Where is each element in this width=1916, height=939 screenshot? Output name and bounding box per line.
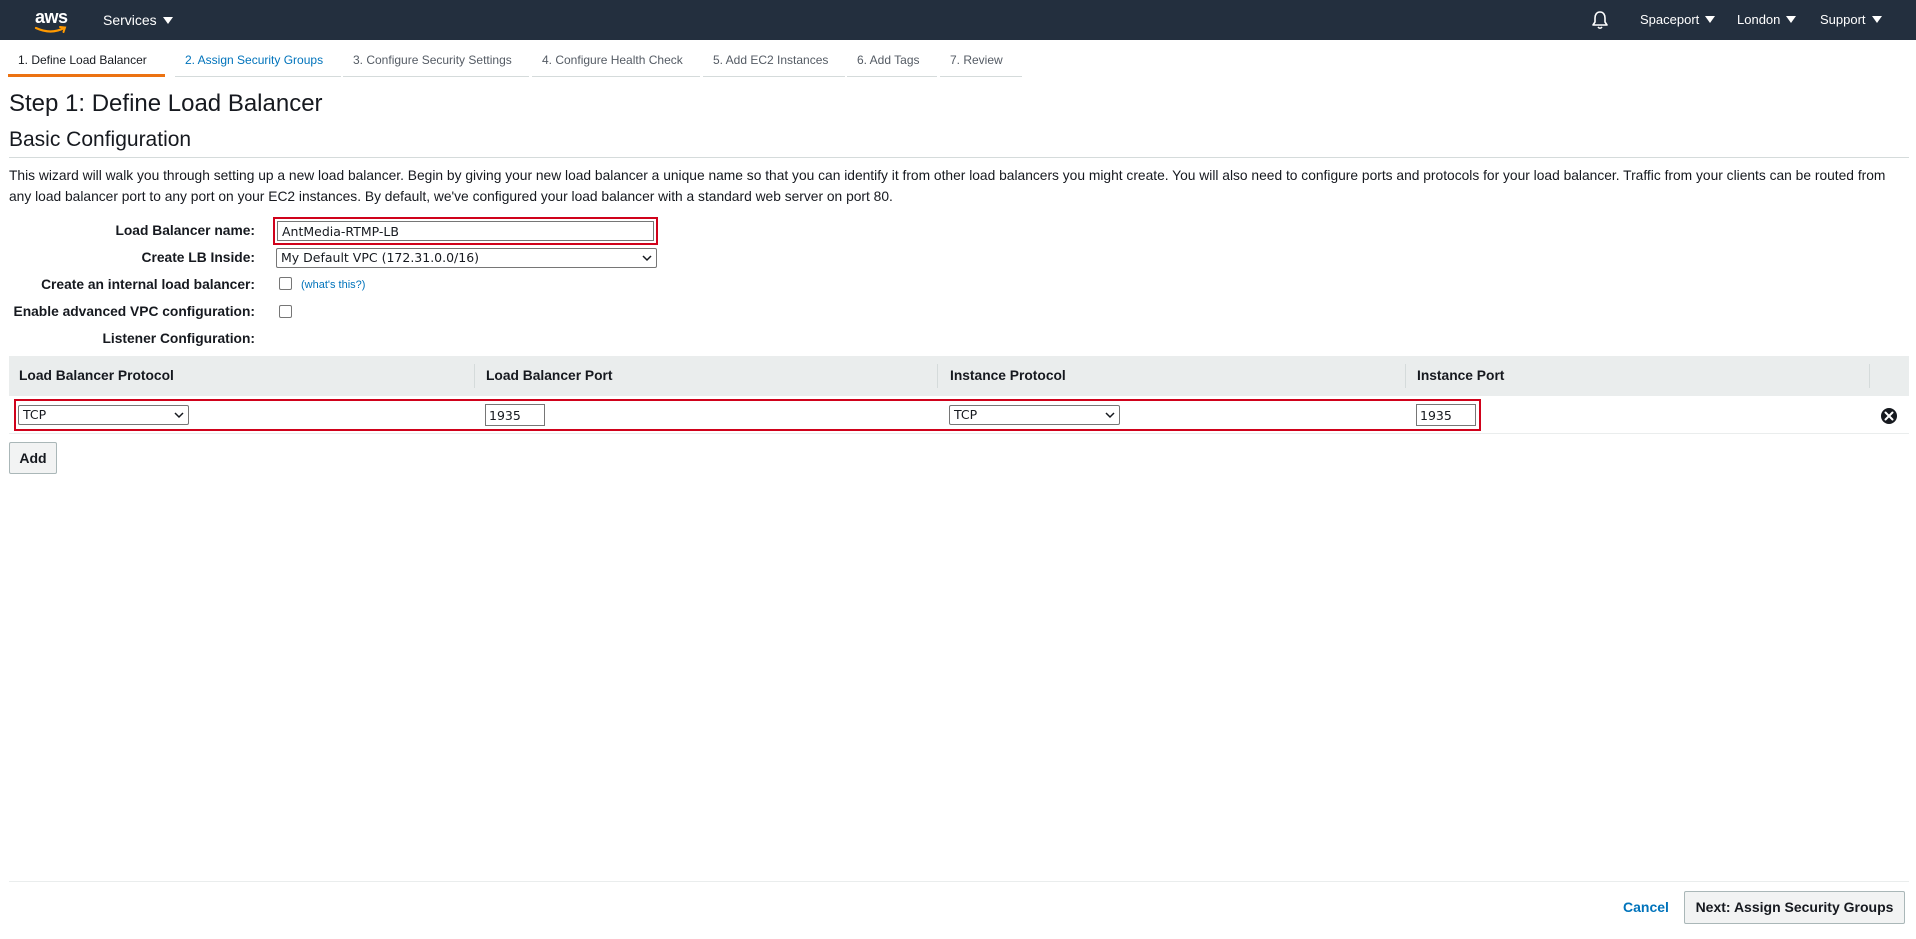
tab-configure-health-check[interactable]: 4. Configure Health Check [532, 45, 700, 77]
vpc-select[interactable]: My Default VPC (172.31.0.0/16) [276, 248, 657, 268]
region-menu[interactable]: London [1737, 0, 1797, 40]
next-assign-security-groups-button[interactable]: Next: Assign Security Groups [1684, 891, 1905, 924]
header-lb-protocol: Load Balancer Protocol [19, 368, 174, 383]
listener-table-header: Load Balancer Protocol Load Balancer Por… [9, 356, 1909, 396]
chevron-down-icon [642, 255, 652, 262]
intro-text: This wizard will walk you through settin… [9, 168, 1886, 204]
caret-down-icon [1705, 16, 1716, 24]
header-lb-port: Load Balancer Port [486, 368, 613, 383]
page-title: Step 1: Define Load Balancer [9, 90, 323, 117]
lb-name-label: Load Balancer name: [115, 223, 255, 238]
aws-smile-icon [34, 26, 67, 33]
support-menu[interactable]: Support [1820, 0, 1882, 40]
support-label: Support [1820, 12, 1866, 27]
region-label: London [1737, 12, 1781, 27]
instance-protocol-value: TCP [954, 407, 978, 422]
lb-protocol-select[interactable]: TCP [18, 405, 189, 425]
listener-row-highlight [14, 399, 1481, 431]
bell-icon[interactable] [1590, 10, 1610, 30]
instance-protocol-select[interactable]: TCP [949, 405, 1120, 425]
advanced-vpc-checkbox[interactable] [279, 305, 292, 318]
whats-this-link[interactable]: (what's this?) [301, 279, 365, 291]
services-menu[interactable]: Services [103, 0, 173, 40]
instance-port-input[interactable] [1416, 404, 1476, 426]
lb-inside-label: Create LB Inside: [141, 250, 255, 265]
internal-lb-checkbox[interactable] [279, 277, 292, 290]
aws-logo[interactable]: aws [34, 5, 70, 35]
chevron-down-icon [174, 412, 184, 419]
header-instance-protocol: Instance Protocol [950, 368, 1066, 383]
section-title: Basic Configuration [9, 128, 192, 151]
tab-add-ec2-instances[interactable]: 5. Add EC2 Instances [703, 45, 845, 77]
tab-review[interactable]: 7. Review [940, 45, 1022, 77]
row-divider [9, 433, 1909, 434]
add-listener-button[interactable]: Add [9, 442, 57, 474]
services-label: Services [103, 12, 157, 28]
tab-define-load-balancer[interactable]: 1. Define Load Balancer [8, 45, 165, 77]
vpc-select-value: My Default VPC (172.31.0.0/16) [281, 250, 480, 265]
tab-assign-security-groups[interactable]: 2. Assign Security Groups [175, 45, 341, 77]
remove-listener-icon[interactable] [1880, 407, 1898, 425]
caret-down-icon [1871, 16, 1882, 24]
internal-lb-label: Create an internal load balancer: [41, 277, 255, 292]
tab-configure-security-settings[interactable]: 3. Configure Security Settings [343, 45, 529, 77]
account-menu[interactable]: Spaceport [1640, 0, 1716, 40]
column-divider [1405, 364, 1406, 388]
column-divider [1869, 364, 1870, 388]
tab-add-tags[interactable]: 6. Add Tags [847, 45, 937, 77]
account-label: Spaceport [1640, 12, 1700, 27]
cancel-link[interactable]: Cancel [1623, 899, 1669, 915]
column-divider [937, 364, 938, 388]
caret-down-icon [162, 16, 173, 24]
advanced-vpc-label: Enable advanced VPC configuration: [13, 304, 256, 319]
chevron-down-icon [1105, 412, 1115, 419]
divider [9, 157, 1909, 158]
listener-config-label: Listener Configuration: [102, 331, 255, 346]
header-instance-port: Instance Port [1417, 368, 1505, 383]
footer-divider [9, 881, 1909, 882]
lb-port-input[interactable] [485, 404, 545, 426]
caret-down-icon [1786, 16, 1797, 24]
lb-protocol-value: TCP [23, 407, 47, 422]
lb-name-input[interactable] [277, 221, 654, 241]
top-navigation-bar: aws Services Spaceport London Support [0, 0, 1916, 40]
column-divider [474, 364, 475, 388]
lb-name-highlight [273, 217, 658, 245]
